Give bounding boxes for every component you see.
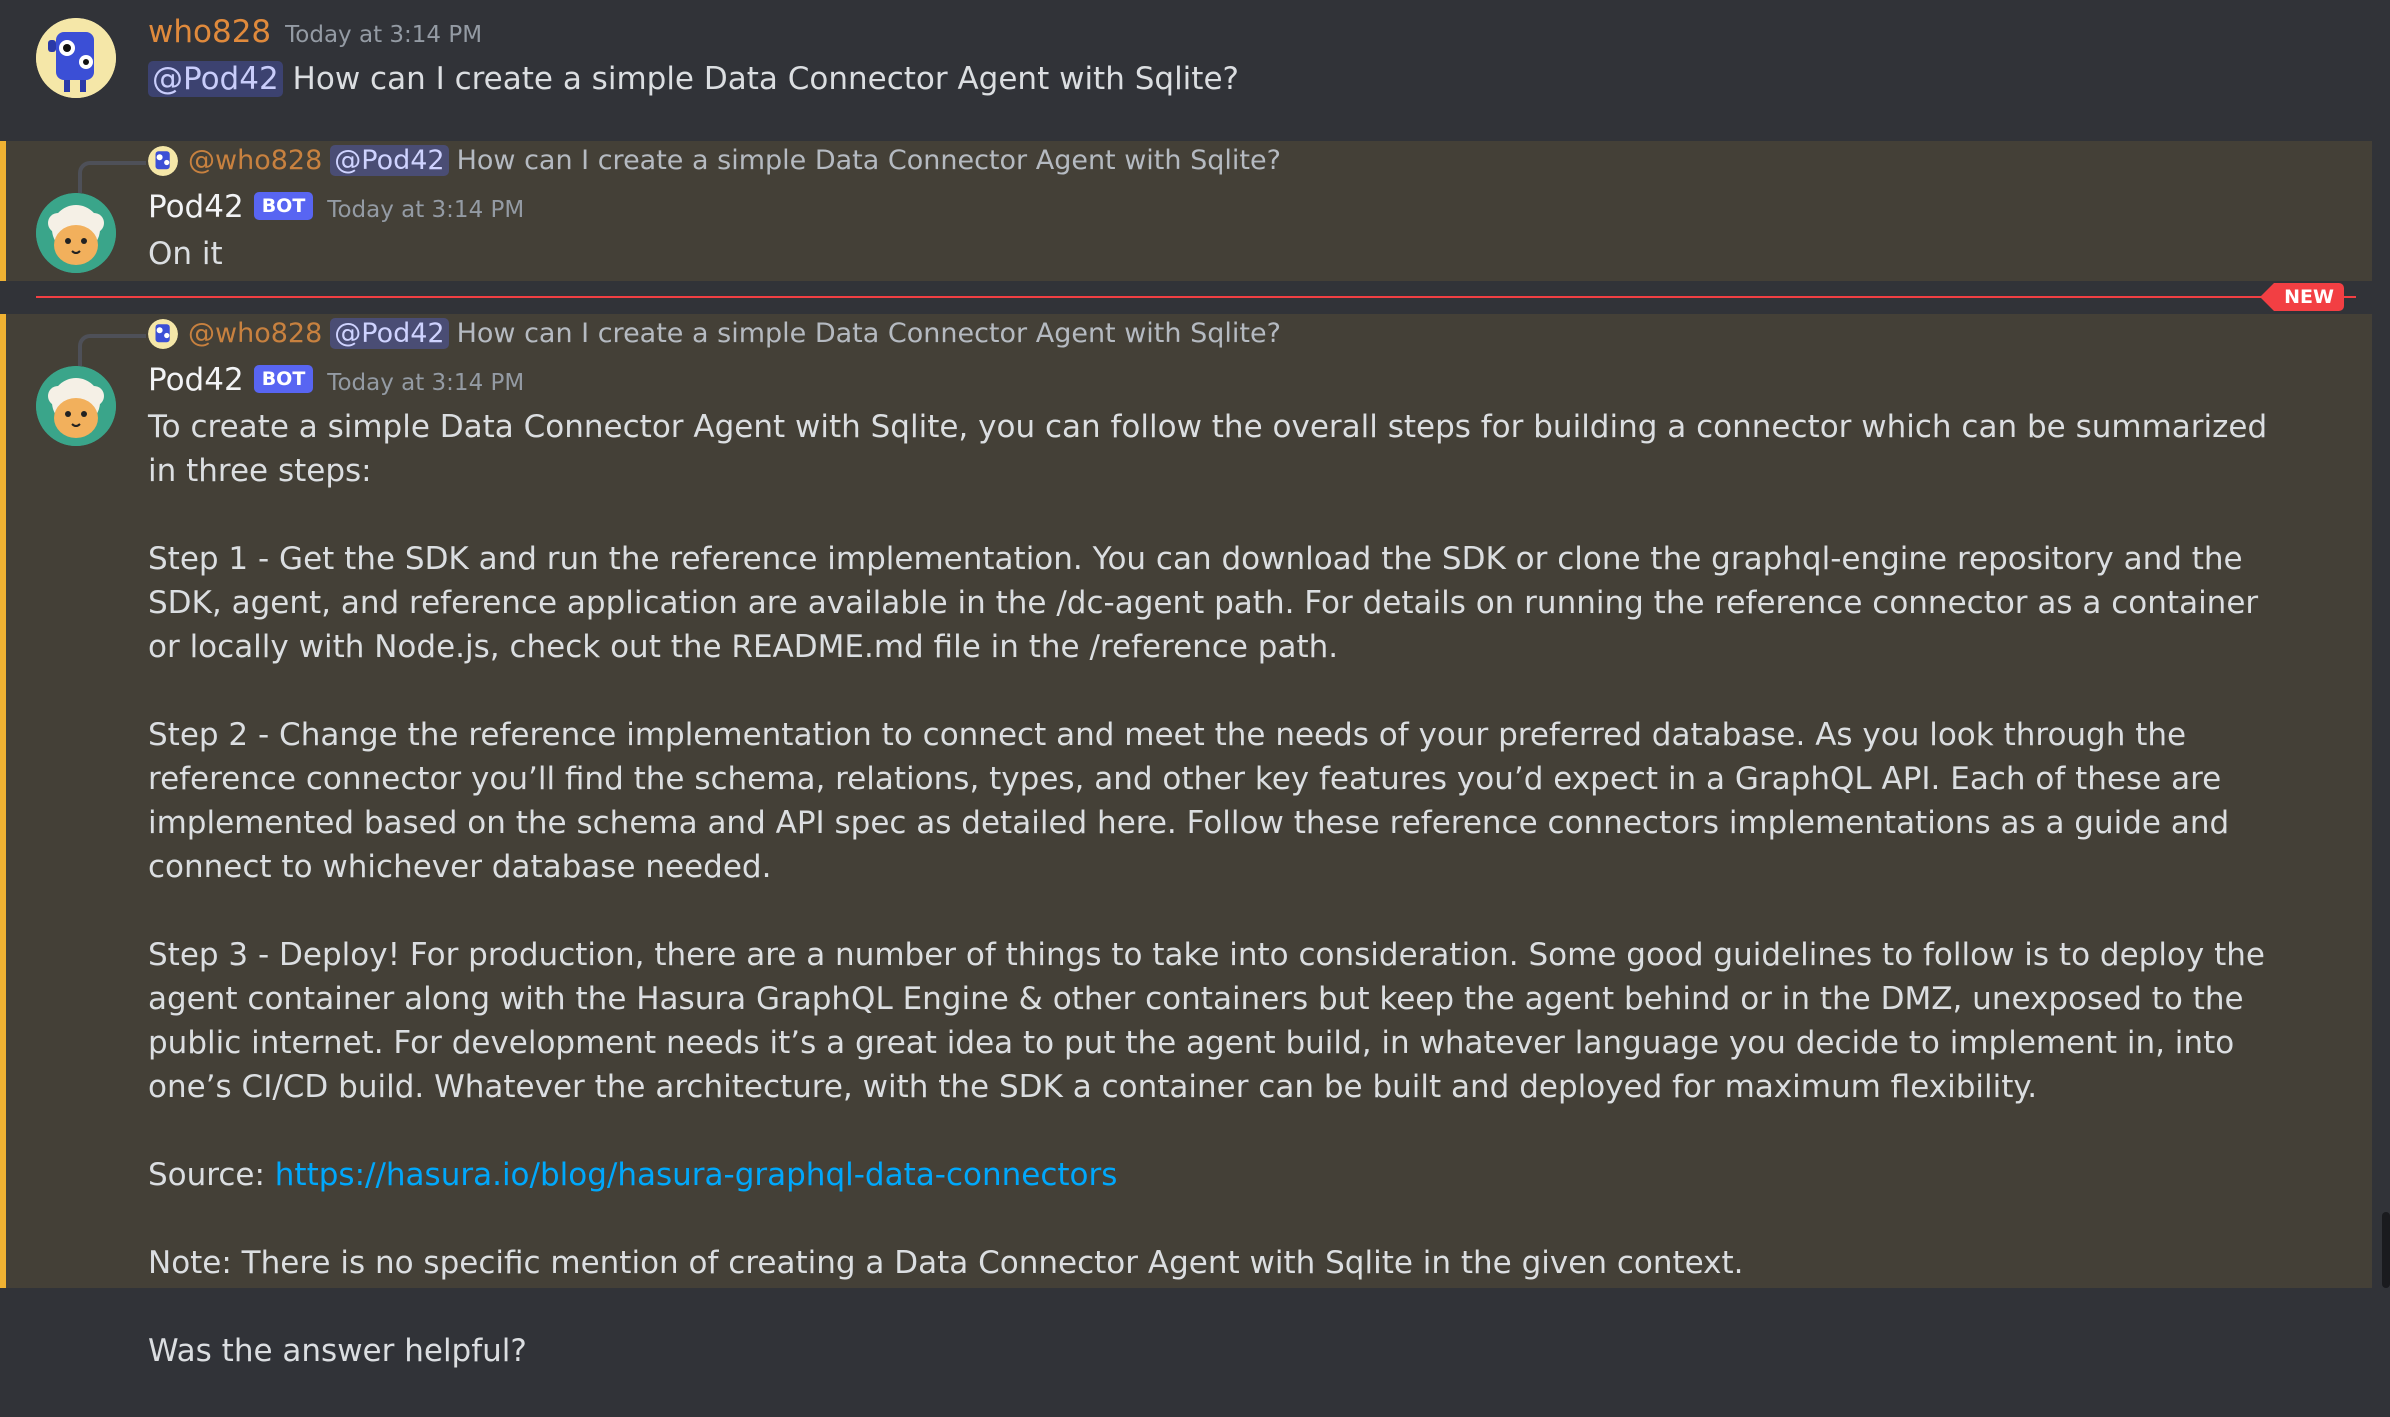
who828-avatar[interactable]	[36, 18, 116, 98]
message-who828: who828 Today at 3:14 PM @Pod42 How can I …	[0, 0, 2390, 140]
sheep-avatar-icon	[36, 366, 116, 446]
scrollbar-thumb[interactable]	[2382, 1212, 2390, 1288]
new-badge: NEW	[2260, 283, 2344, 311]
source-label: Source:	[148, 1157, 265, 1193]
mention-pod42[interactable]: @Pod42	[148, 61, 283, 97]
author-name[interactable]: Pod42	[148, 362, 244, 398]
robot-avatar-icon	[36, 18, 116, 98]
author-name[interactable]: Pod42	[148, 189, 244, 225]
sheep-avatar-icon	[36, 193, 116, 273]
source-link[interactable]: https://hasura.io/blog/hasura-graphql-da…	[275, 1157, 1118, 1193]
timestamp[interactable]: Today at 3:14 PM	[327, 197, 524, 223]
message-content: @Pod42 How can I create a simple Data Co…	[148, 57, 1239, 101]
message-pod42-reply-2: @who828 @Pod42 How can I create a simple…	[0, 314, 2372, 1369]
note-paragraph: Note: There is no specific mention of cr…	[148, 1245, 1744, 1281]
reply-preview[interactable]: @who828 @Pod42 How can I create a simple…	[148, 318, 1281, 349]
reply-preview[interactable]: @who828 @Pod42 How can I create a simple…	[148, 145, 1281, 176]
pod42-avatar[interactable]	[36, 366, 116, 446]
message-header: Pod42 BOT Today at 3:14 PM	[148, 189, 524, 225]
paragraph-step-1: Step 1 - Get the SDK and run the referen…	[148, 541, 2259, 665]
source-line: Source: https://hasura.io/blog/hasura-gr…	[148, 1153, 2298, 1197]
timestamp[interactable]: Today at 3:14 PM	[285, 22, 482, 48]
message-pod42-reply-1: @who828 @Pod42 How can I create a simple…	[0, 141, 2372, 281]
message-text: How can I create a simple Data Connector…	[292, 61, 1239, 97]
paragraph-step-3: Step 3 - Deploy! For production, there a…	[148, 937, 2265, 1105]
author-name[interactable]: who828	[148, 14, 271, 50]
bot-badge: BOT	[253, 192, 314, 220]
question-paragraph: Was the answer helpful?	[148, 1333, 527, 1369]
reply-spine	[78, 161, 146, 193]
reply-avatar-icon	[148, 145, 178, 176]
reply-avatar-icon	[148, 318, 178, 349]
reply-mention[interactable]: @Pod42	[330, 145, 449, 176]
message-content: To create a simple Data Connector Agent …	[148, 405, 2298, 1417]
message-header: Pod42 BOT Today at 3:14 PM	[148, 362, 524, 398]
reply-spine	[78, 334, 146, 366]
paragraph-step-2: Step 2 - Change the reference implementa…	[148, 717, 2230, 885]
message-text: On it	[148, 236, 223, 272]
reply-author[interactable]: @who828	[188, 145, 322, 176]
message-header: who828 Today at 3:14 PM	[148, 14, 482, 50]
paragraph-intro: To create a simple Data Connector Agent …	[148, 409, 2268, 489]
reply-author[interactable]: @who828	[188, 318, 322, 349]
reply-text: How can I create a simple Data Connector…	[456, 318, 1281, 349]
message-content: On it	[148, 232, 223, 276]
reply-text: How can I create a simple Data Connector…	[456, 145, 1281, 176]
reply-mention[interactable]: @Pod42	[330, 318, 449, 349]
bot-badge: BOT	[253, 365, 314, 393]
timestamp[interactable]: Today at 3:14 PM	[327, 370, 524, 396]
new-messages-divider	[36, 296, 2356, 298]
pod42-avatar[interactable]	[36, 193, 116, 273]
